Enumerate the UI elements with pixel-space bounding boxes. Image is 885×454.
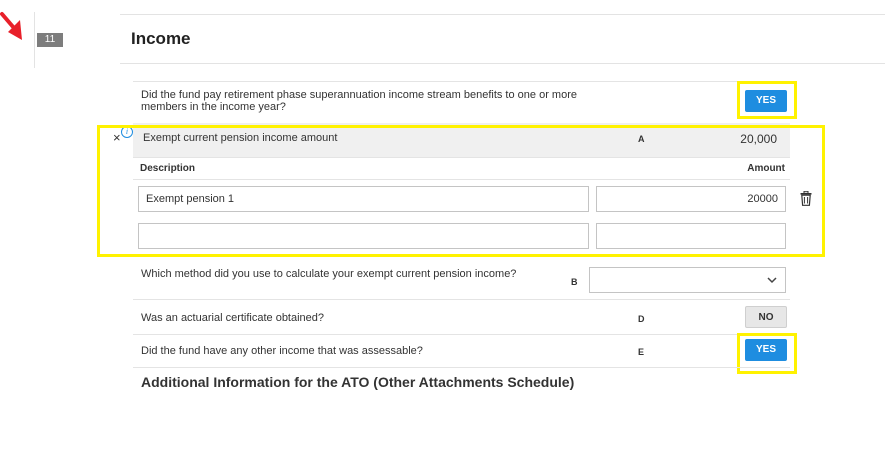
step-rail-line	[34, 12, 35, 68]
label-letter-e: E	[638, 347, 645, 357]
section-top-divider	[120, 14, 885, 15]
question-calculation-method: Which method did you use to calculate yo…	[141, 268, 517, 280]
chevron-down-icon	[767, 277, 777, 284]
actuarial-certificate-no-button[interactable]: NO	[745, 306, 787, 328]
row-divider	[133, 299, 790, 300]
additional-info-heading: Additional Information for the ATO (Othe…	[141, 374, 575, 390]
highlight-income-streams-answer	[737, 81, 797, 119]
row-divider	[133, 334, 790, 335]
calculation-method-select[interactable]	[589, 267, 786, 293]
section-bottom-divider	[120, 63, 885, 64]
label-letter-d: D	[638, 314, 645, 324]
row-divider	[133, 81, 790, 82]
step-number-badge: 11	[37, 33, 63, 47]
question-other-income: Did the fund have any other income that …	[141, 345, 423, 357]
row-divider	[133, 367, 790, 368]
highlight-exempt-pension-block	[97, 125, 825, 257]
question-actuarial-certificate: Was an actuarial certificate obtained?	[141, 312, 325, 324]
section-title: Income	[131, 29, 191, 48]
question-income-streams: Did the fund pay retirement phase supera…	[141, 89, 577, 113]
red-arrow-icon	[0, 12, 22, 40]
label-letter-b: B	[571, 277, 578, 287]
